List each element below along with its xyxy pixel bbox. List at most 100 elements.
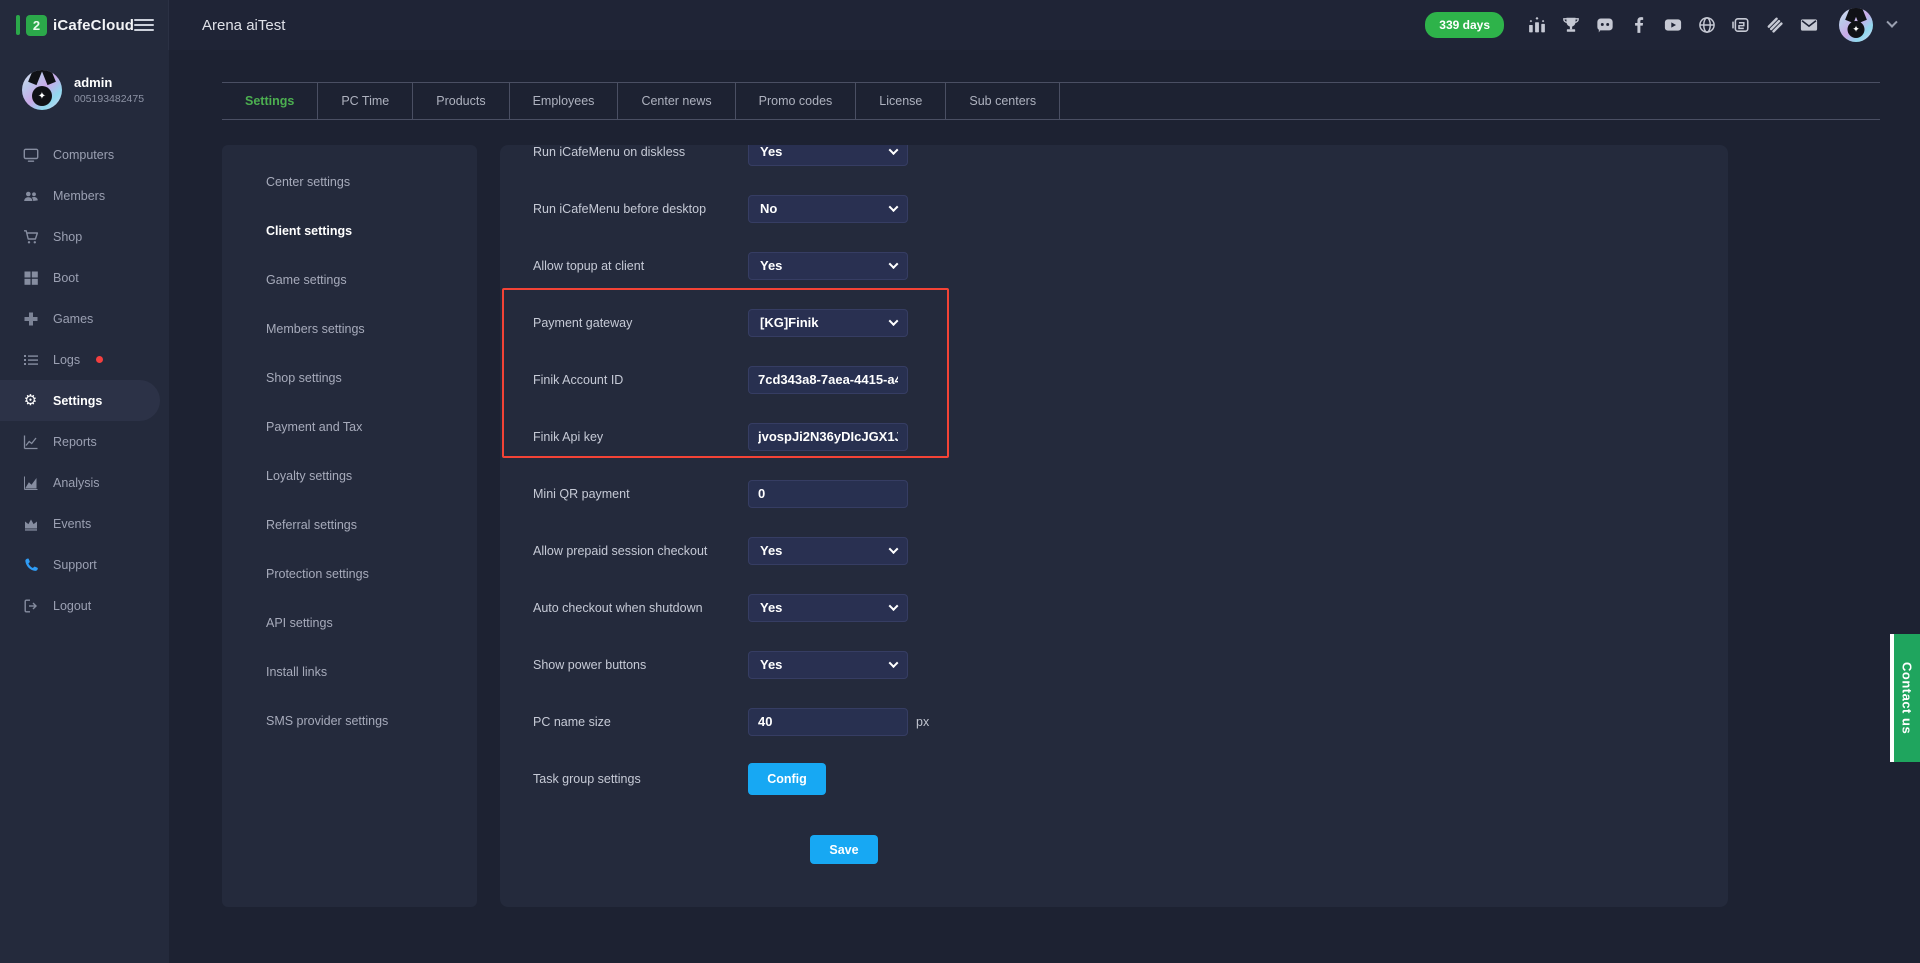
sidebar-item-logs[interactable]: Logs xyxy=(0,339,169,380)
logout-icon xyxy=(22,597,39,614)
tab-promo-codes[interactable]: Promo codes xyxy=(736,83,857,119)
chevron-down-icon[interactable] xyxy=(1886,17,1897,28)
contact-us-tab[interactable]: Contact us xyxy=(1890,634,1920,762)
form-row: Run iCafeMenu on diskless Yes xyxy=(500,145,1728,180)
settings-menu-panel: Center settings Client settings Game set… xyxy=(222,145,477,907)
logo-bar xyxy=(16,15,20,35)
sidebar-item-reports[interactable]: Reports xyxy=(0,421,169,462)
logo-text: iCafeCloud xyxy=(53,17,134,34)
tab-products[interactable]: Products xyxy=(413,83,509,119)
field-label: Payment gateway xyxy=(533,316,748,330)
finik-account-id-input[interactable] xyxy=(748,366,908,394)
line-chart-icon xyxy=(22,433,39,450)
ranking-icon[interactable] xyxy=(1527,16,1546,35)
menu-toggle-icon[interactable] xyxy=(134,19,154,31)
mail-icon[interactable] xyxy=(1799,16,1818,35)
members-icon xyxy=(22,187,39,204)
layers-icon[interactable] xyxy=(1765,16,1784,35)
sidebar-user-avatar: ✦ xyxy=(22,70,62,110)
icafecloud-logo[interactable]: 2 iCafeCloud xyxy=(16,15,134,36)
px-suffix: px xyxy=(916,715,929,729)
client-settings-form: Run iCafeMenu on diskless Yes Run iCafeM… xyxy=(500,145,1728,907)
run-icafemenu-on-diskless-select[interactable]: Yes xyxy=(748,145,908,166)
menu-item-payment-and-tax[interactable]: Payment and Tax xyxy=(222,402,477,451)
config-button[interactable]: Config xyxy=(748,763,826,795)
form-row: PC name size px xyxy=(500,693,1728,750)
trophy-icon[interactable] xyxy=(1561,16,1580,35)
menu-item-protection-settings[interactable]: Protection settings xyxy=(222,549,477,598)
sidebar-item-games[interactable]: Games xyxy=(0,298,169,339)
menu-item-referral-settings[interactable]: Referral settings xyxy=(222,500,477,549)
page-title: Arena aiTest xyxy=(202,17,285,34)
icafecloud-icon[interactable] xyxy=(1731,16,1750,35)
user-avatar[interactable]: ✦ xyxy=(1839,8,1873,42)
chevron-down-icon xyxy=(889,145,899,155)
field-label: Allow prepaid session checkout xyxy=(533,544,748,558)
sidebar-item-boot[interactable]: Boot xyxy=(0,257,169,298)
menu-item-members-settings[interactable]: Members settings xyxy=(222,304,477,353)
chevron-down-icon xyxy=(889,316,899,326)
license-days-badge[interactable]: 339 days xyxy=(1425,12,1504,38)
sidebar: ✦ admin 005193482475 Computers Members S… xyxy=(0,50,169,963)
sidebar-item-computers[interactable]: Computers xyxy=(0,134,169,175)
form-row: Payment gateway [KG]Finik xyxy=(500,294,1728,351)
payment-gateway-select[interactable]: [KG]Finik xyxy=(748,309,908,337)
tab-center-news[interactable]: Center news xyxy=(618,83,735,119)
field-label: Task group settings xyxy=(533,772,748,786)
windows-icon xyxy=(22,269,39,286)
menu-item-install-links[interactable]: Install links xyxy=(222,647,477,696)
mini-qr-payment-input[interactable] xyxy=(748,480,908,508)
allow-topup-at-client-select[interactable]: Yes xyxy=(748,252,908,280)
menu-item-center-settings[interactable]: Center settings xyxy=(222,157,477,206)
form-row: Task group settings Config xyxy=(500,750,1728,807)
sidebar-item-events[interactable]: Events xyxy=(0,503,169,544)
field-label: Run iCafeMenu on diskless xyxy=(533,145,748,159)
user-id: 005193482475 xyxy=(74,93,144,105)
monitor-icon xyxy=(22,146,39,163)
allow-prepaid-session-checkout-select[interactable]: Yes xyxy=(748,537,908,565)
form-row: Finik Account ID xyxy=(500,351,1728,408)
tab-employees[interactable]: Employees xyxy=(510,83,619,119)
list-icon xyxy=(22,351,39,368)
sidebar-item-support[interactable]: Support xyxy=(0,544,169,585)
tab-sub-centers[interactable]: Sub centers xyxy=(946,83,1060,119)
sidebar-item-shop[interactable]: Shop xyxy=(0,216,169,257)
show-power-buttons-select[interactable]: Yes xyxy=(748,651,908,679)
sidebar-user[interactable]: ✦ admin 005193482475 xyxy=(0,50,169,128)
tab-pc-time[interactable]: PC Time xyxy=(318,83,413,119)
tab-settings[interactable]: Settings xyxy=(222,83,318,119)
sidebar-item-settings[interactable]: ⚙ Settings xyxy=(0,380,160,421)
youtube-icon[interactable] xyxy=(1663,16,1682,35)
facebook-icon[interactable] xyxy=(1629,16,1648,35)
form-row: Show power buttons Yes xyxy=(500,636,1728,693)
user-name: admin xyxy=(74,75,144,90)
menu-item-client-settings[interactable]: Client settings xyxy=(222,206,477,255)
sidebar-item-members[interactable]: Members xyxy=(0,175,169,216)
chevron-down-icon xyxy=(889,544,899,554)
medal-icon: ✦ xyxy=(1848,21,1865,38)
medal-icon: ✦ xyxy=(32,86,52,106)
area-chart-icon xyxy=(22,474,39,491)
field-label: PC name size xyxy=(533,715,748,729)
sidebar-item-analysis[interactable]: Analysis xyxy=(0,462,169,503)
phone-icon xyxy=(22,556,39,573)
discord-icon[interactable] xyxy=(1595,16,1614,35)
menu-item-api-settings[interactable]: API settings xyxy=(222,598,477,647)
menu-item-game-settings[interactable]: Game settings xyxy=(222,255,477,304)
menu-item-loyalty-settings[interactable]: Loyalty settings xyxy=(222,451,477,500)
cart-icon xyxy=(22,228,39,245)
field-label: Show power buttons xyxy=(533,658,748,672)
auto-checkout-when-shutdown-select[interactable]: Yes xyxy=(748,594,908,622)
field-label: Allow topup at client xyxy=(533,259,748,273)
pc-name-size-input[interactable] xyxy=(748,708,908,736)
save-button[interactable]: Save xyxy=(810,835,878,864)
form-row: Finik Api key xyxy=(500,408,1728,465)
finik-api-key-input[interactable] xyxy=(748,423,908,451)
globe-icon[interactable] xyxy=(1697,16,1716,35)
menu-item-sms-provider-settings[interactable]: SMS provider settings xyxy=(222,696,477,745)
tab-license[interactable]: License xyxy=(856,83,946,119)
menu-item-shop-settings[interactable]: Shop settings xyxy=(222,353,477,402)
settings-tabs: Settings PC Time Products Employees Cent… xyxy=(222,82,1880,120)
run-icafemenu-before-desktop-select[interactable]: No xyxy=(748,195,908,223)
sidebar-item-logout[interactable]: Logout xyxy=(0,585,169,626)
